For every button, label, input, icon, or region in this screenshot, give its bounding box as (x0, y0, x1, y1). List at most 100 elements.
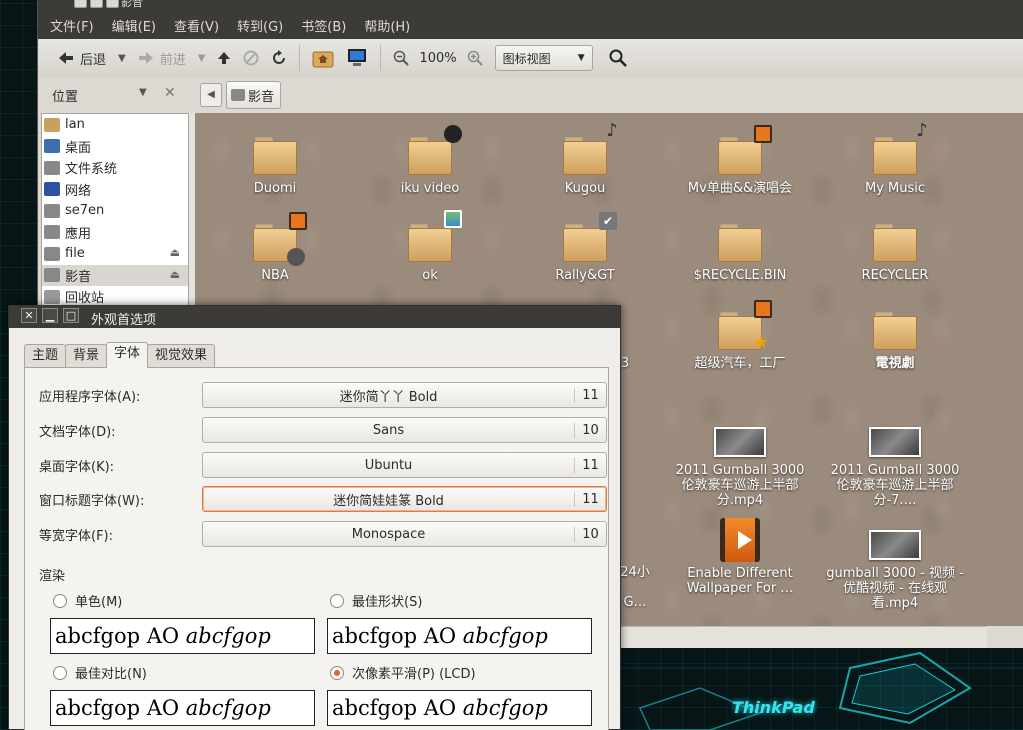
video-file-item[interactable]: gumball 3000 - 视频 - 优酷视频 - 在线观看.mp4 (825, 530, 965, 611)
folder-item[interactable]: ★ 超级汽车，工厂 (670, 300, 810, 371)
radio-dot (53, 593, 67, 608)
folder-item[interactable]: RECYCLER (825, 224, 965, 283)
sidebar-item[interactable]: 网络 (42, 179, 188, 201)
search-button[interactable] (603, 44, 633, 72)
toolbar: 后退 ▼ 前进 ▼ 100% 图标视图 ▼ (38, 39, 1023, 77)
folder-item[interactable]: Mv单曲&&演唱会 (670, 125, 810, 196)
folder-item[interactable]: ✔ Rally&GT (515, 212, 655, 283)
menu-go[interactable]: 转到(G) (237, 16, 283, 35)
up-button[interactable] (211, 44, 237, 72)
star-emblem-icon: ★ (752, 332, 770, 353)
view-mode-select[interactable]: 图标视图 ▼ (494, 45, 593, 71)
back-history-chevron-icon[interactable]: ▼ (118, 53, 126, 64)
font-size: 11 (574, 457, 606, 473)
radio-best-contrast[interactable]: 最佳对比(N) (53, 663, 147, 682)
sidebar-item[interactable]: 桌面 (42, 136, 188, 158)
places-label[interactable]: 位置 (52, 86, 78, 105)
menu-help[interactable]: 帮助(H) (364, 16, 410, 35)
menu-bookmarks[interactable]: 书签(B) (301, 16, 346, 35)
horizontal-scrollbar[interactable] (619, 626, 987, 648)
reload-button[interactable] (265, 44, 293, 72)
monospace-font-button[interactable]: Monospace 10 (202, 521, 607, 547)
sidebar-item[interactable]: 影音 ⏏ (42, 264, 188, 286)
tab-visual-effects[interactable]: 视觉效果 (147, 344, 216, 368)
minimize-icon[interactable]: ▁ (42, 308, 58, 323)
video-file-item[interactable]: Enable Different Wallpaper For … (670, 518, 810, 596)
folder-item[interactable]: Duomi (205, 137, 345, 196)
computer-button[interactable] (340, 44, 374, 72)
font-size: 10 (574, 422, 606, 438)
breadcrumb-current[interactable]: 影音 (226, 81, 282, 109)
places-chevron-down-icon[interactable]: ▼ (139, 87, 147, 98)
sidebar-item[interactable]: file ⏏ (42, 243, 188, 265)
font-row-document: 文档字体(D): Sans 10 (39, 417, 609, 443)
eject-icon[interactable]: ⏏ (170, 268, 180, 281)
tab-theme[interactable]: 主题 (24, 344, 67, 368)
close-icon[interactable] (74, 0, 87, 8)
desktop-font-button[interactable]: Ubuntu 11 (202, 452, 607, 478)
path-back-button[interactable]: ◀ (200, 83, 222, 107)
sidebar-item-label: se7en (65, 203, 105, 219)
folder-label: Duomi (253, 181, 297, 196)
sample-italic-text: abcfgop (462, 696, 548, 720)
sidebar-item[interactable]: se7en (42, 200, 188, 222)
radio-monochrome[interactable]: 单色(M) (53, 591, 122, 610)
sidebar-item[interactable]: 文件系统 (42, 157, 188, 179)
menu-view[interactable]: 查看(V) (174, 16, 219, 35)
zoom-level[interactable]: 100% (415, 51, 460, 66)
folder-item[interactable]: ♪ My Music (825, 122, 965, 197)
eject-icon[interactable]: ⏏ (170, 246, 180, 259)
forward-history-chevron-icon[interactable]: ▼ (198, 53, 206, 64)
sample-italic-text: abcfgop (462, 624, 548, 648)
video-file-item[interactable]: 2011 Gumball 3000 伦敦豪车巡游上半部分.mp4 (670, 427, 810, 508)
font-row-window-title: 窗口标题字体(W): 迷你简娃娃篆 Bold 11 (39, 486, 609, 512)
zoom-in-icon (467, 50, 483, 66)
breadcrumb-label: 影音 (248, 89, 275, 105)
video-emblem-icon (754, 125, 772, 143)
close-sidebar-icon[interactable]: ✕ (164, 85, 176, 101)
menu-file[interactable]: 文件(F) (50, 16, 94, 35)
tab-fonts[interactable]: 字体 (106, 342, 149, 368)
menu-edit[interactable]: 编辑(E) (112, 16, 156, 35)
folder-item[interactable]: 電視劇 (825, 312, 965, 371)
folder-item[interactable]: ♪ Kugou (515, 122, 655, 196)
video-file-item[interactable]: 2011 Gumball 3000 伦敦豪车巡游上半部分-7.… (825, 427, 965, 508)
sidebar-item-label: 回收站 (65, 291, 105, 307)
forward-label: 前进 (159, 52, 186, 68)
folder-item[interactable]: iku video (360, 125, 500, 196)
sample-text: abcfgop AO (55, 624, 186, 648)
stop-button[interactable] (237, 44, 265, 72)
font-sample-subpixel[interactable]: abcfgop AO abcfgop (327, 690, 592, 726)
sidebar-item[interactable]: 應用 (42, 222, 188, 244)
font-sample-monochrome[interactable]: abcfgop AO abcfgop (50, 618, 315, 654)
folder-item[interactable]: $RECYCLE.BIN (670, 224, 810, 283)
window-title-font-button[interactable]: 迷你简娃娃篆 Bold 11 (202, 486, 607, 512)
video-emblem-icon (754, 300, 772, 318)
font-sample-best-contrast[interactable]: abcfgop AO abcfgop (50, 690, 315, 726)
file-label: gumball 3000 - 视频 - 优酷视频 - 在线观看.mp4 (826, 566, 964, 611)
font-size: 11 (574, 491, 606, 507)
zoom-in-button[interactable] (461, 44, 489, 72)
sidebar-item-label: 网络 (65, 183, 92, 199)
sidebar-item[interactable]: lan (42, 114, 188, 136)
maximize-icon[interactable]: □ (63, 308, 79, 323)
radio-best-shapes[interactable]: 最佳形状(S) (330, 591, 422, 610)
radio-subpixel-smoothing[interactable]: 次像素平滑(P) (LCD) (330, 663, 476, 682)
font-sample-best-shapes[interactable]: abcfgop AO abcfgop (327, 618, 592, 654)
application-font-button[interactable]: 迷你简丫丫 Bold 11 (202, 382, 607, 408)
minimize-icon[interactable] (90, 0, 103, 8)
forward-button[interactable]: 前进 ▼ (132, 44, 212, 72)
font-label: 桌面字体(K): (39, 459, 115, 475)
home-button[interactable] (306, 44, 340, 72)
file-label: Enable Different Wallpaper For … (686, 566, 794, 596)
dialog-tabs: 主题 背景 字体 视觉效果 (24, 342, 216, 368)
close-icon[interactable]: ✕ (21, 308, 37, 323)
zoom-out-button[interactable] (387, 44, 415, 72)
folder-item[interactable]: ok (360, 210, 500, 283)
tab-background[interactable]: 背景 (65, 344, 108, 368)
folder-item[interactable]: NBA (205, 212, 345, 283)
search-icon (609, 49, 627, 67)
maximize-icon[interactable] (106, 0, 119, 8)
document-font-button[interactable]: Sans 10 (202, 417, 607, 443)
back-button[interactable]: 后退 ▼ (52, 44, 132, 72)
